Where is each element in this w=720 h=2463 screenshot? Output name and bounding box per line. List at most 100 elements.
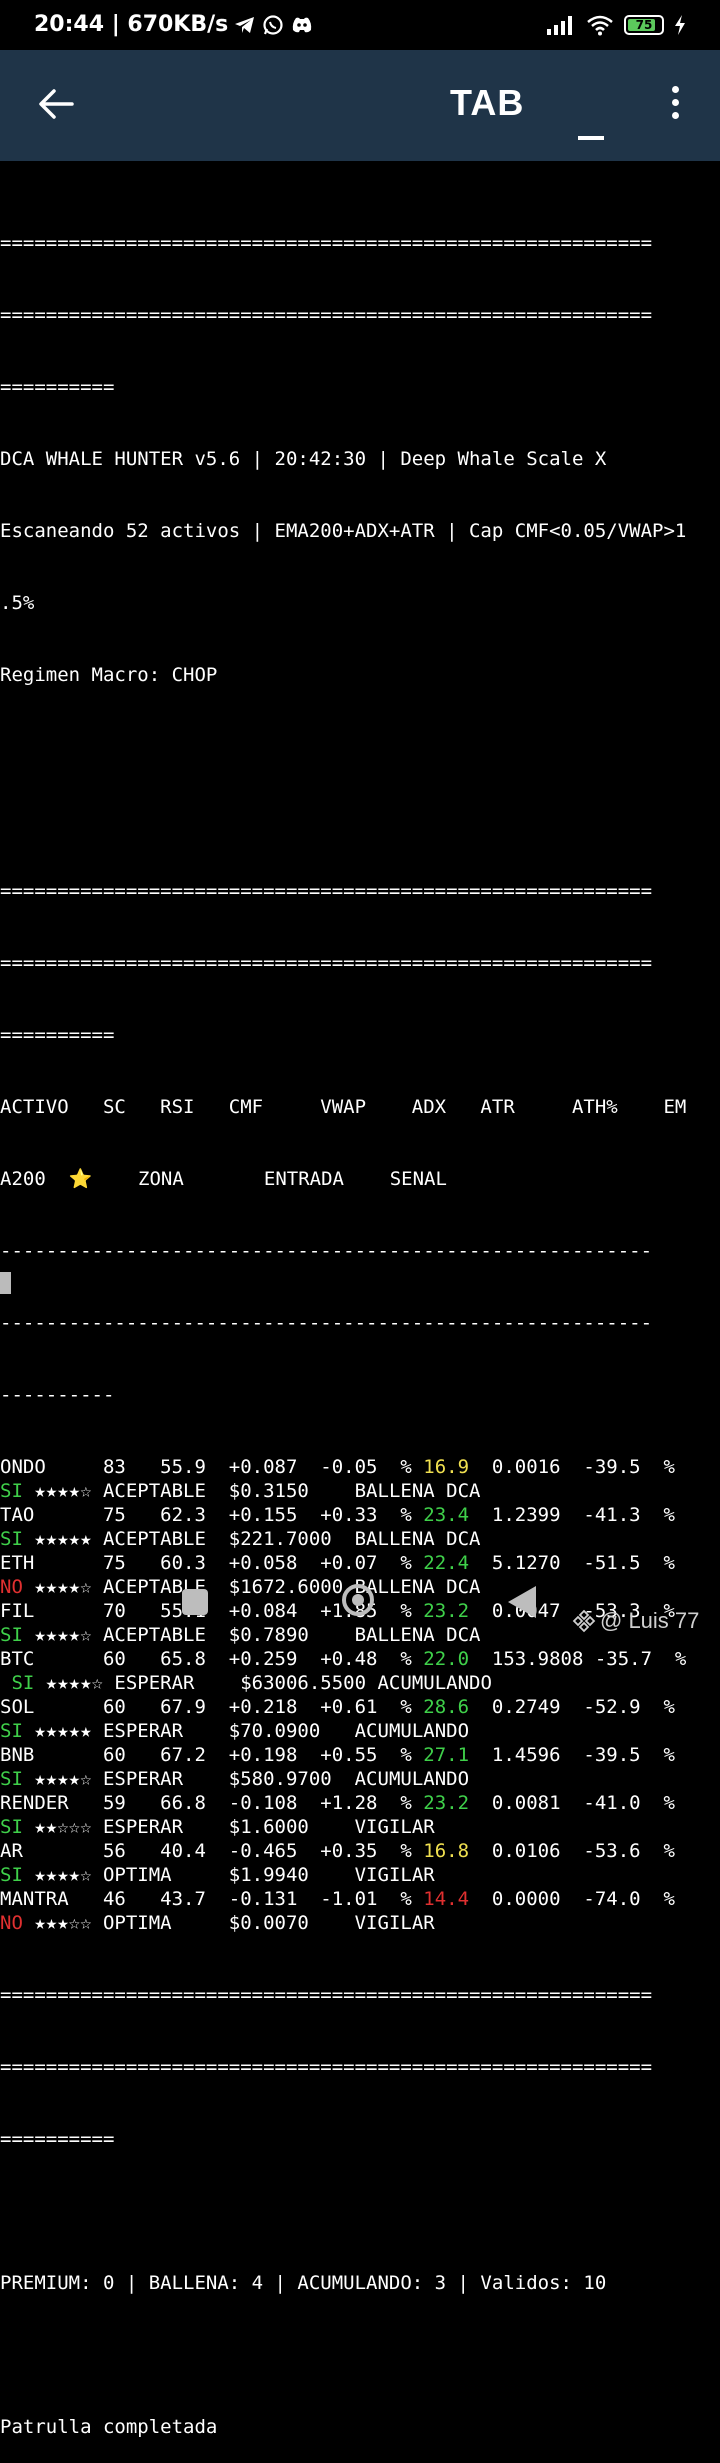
recents-square-icon[interactable]: [182, 1589, 208, 1615]
separator-line: ==========: [0, 1024, 115, 1046]
status-bar: 20:44 | 670KB/s 75: [0, 0, 720, 50]
asset-row-values: MANTRA 46 43.7 -0.131 -1.01 %: [0, 1888, 424, 1910]
asset-row-zone: ★★☆☆☆ ESPERAR $1.6000 VIGILAR: [22, 1816, 435, 1838]
back-triangle-icon[interactable]: [508, 1586, 536, 1618]
watermark-text: @ Luis 77: [600, 1608, 700, 1633]
signal-flag: NO: [0, 1912, 23, 1934]
adx-value: 23.4: [423, 1504, 470, 1526]
signal-flag: SI: [0, 1864, 23, 1886]
separator-line: ========================================…: [0, 880, 653, 902]
asset-row-values-tail: 0.0106 -53.6 %: [469, 1840, 675, 1862]
signal-flag: SI: [0, 1720, 23, 1742]
adx-value: 16.9: [423, 1456, 470, 1478]
asset-row-wrap: SI ★★★★★ ESPERAR $70.0900 ACUMULANDO: [0, 1719, 720, 1743]
asset-row-values: AR 56 40.4 -0.465 +0.35 %: [0, 1840, 424, 1862]
asset-row-zone: ★★★★★ ESPERAR $70.0900 ACUMULANDO: [22, 1720, 470, 1742]
header-scan-wrap: .5%: [0, 592, 35, 614]
asset-row-values-tail: 0.0081 -41.0 %: [469, 1792, 675, 1814]
signal-flag: SI: [0, 1480, 23, 1502]
status-right: 75: [546, 14, 686, 36]
dash-separator: ----------: [0, 1384, 115, 1406]
asset-row-values: BTC 60 65.8 +0.259 +0.48 %: [0, 1648, 424, 1670]
asset-row: ONDO 83 55.9 +0.087 -0.05 % 16.9 0.0016 …: [0, 1455, 720, 1479]
more-vert-icon: [671, 86, 679, 93]
separator-line: ========================================…: [0, 1984, 653, 2006]
asset-row: RENDER 59 66.8 -0.108 +1.28 % 23.2 0.008…: [0, 1791, 720, 1815]
asset-row-values: TAO 75 62.3 +0.155 +0.33 %: [0, 1504, 424, 1526]
asset-row-values-tail: 1.2399 -41.3 %: [469, 1504, 675, 1526]
separator-line: ==========: [0, 2128, 115, 2150]
app-bar: TAB: [0, 50, 720, 161]
minimize-button[interactable]: [578, 116, 604, 140]
asset-row-zone: ★★★★☆ OPTIMA $1.9940 VIGILAR: [22, 1864, 435, 1886]
header-scan: Escaneando 52 activos | EMA200+ADX+ATR |…: [0, 520, 687, 542]
asset-row-values: RENDER 59 66.8 -0.108 +1.28 %: [0, 1792, 424, 1814]
asset-row-zone: ★★★★☆ ACEPTABLE $0.3150 BALLENA DCA: [22, 1480, 481, 1502]
telegram-icon: [235, 16, 255, 33]
adx-value: 22.0: [423, 1648, 470, 1670]
asset-row-values: ONDO 83 55.9 +0.087 -0.05 %: [0, 1456, 424, 1478]
status-left: 20:44 | 670KB/s: [34, 12, 314, 37]
status-time: 20:44 | 670KB/s: [34, 12, 229, 37]
asset-row-values-tail: 0.0000 -74.0 %: [469, 1888, 675, 1910]
dash-separator: ----------------------------------------…: [0, 1312, 653, 1334]
adx-value: 23.2: [423, 1792, 470, 1814]
nav-bar: [0, 1560, 720, 1650]
minimize-icon: [578, 136, 604, 140]
separator-line: ==========: [0, 376, 115, 398]
battery-level: 75: [635, 18, 653, 32]
done-line: Patrulla completada: [0, 2416, 218, 2438]
asset-row-wrap: SI ★★★★★ ACEPTABLE $221.7000 BALLENA DCA: [0, 1527, 720, 1551]
asset-row: TAO 75 62.3 +0.155 +0.33 % 23.4 1.2399 -…: [0, 1503, 720, 1527]
battery-icon: 75: [624, 15, 664, 35]
asset-row-wrap: NO ★★★☆☆ OPTIMA $0.0070 VIGILAR: [0, 1911, 720, 1935]
asset-row: AR 56 40.4 -0.465 +0.35 % 16.8 0.0106 -5…: [0, 1839, 720, 1863]
asset-row-wrap: SI ★★☆☆☆ ESPERAR $1.6000 VIGILAR: [0, 1815, 720, 1839]
asset-row-wrap: SI ★★★★☆ ESPERAR $580.9700 ACUMULANDO: [0, 1767, 720, 1791]
more-vert-dot: [671, 112, 679, 119]
asset-row-wrap: SI ★★★★☆ ESPERAR $63006.5500 ACUMULANDO: [0, 1671, 720, 1695]
signal-flag: SI: [0, 1528, 23, 1550]
asset-row-values: BNB 60 67.2 +0.198 +0.55 %: [0, 1744, 424, 1766]
charging-icon: [675, 15, 685, 35]
separator-line: ========================================…: [0, 2056, 653, 2078]
signal-flag: SI: [0, 1816, 23, 1838]
asset-row-zone: ★★★☆☆ OPTIMA $0.0070 VIGILAR: [22, 1912, 435, 1934]
column-header: ACTIVO SC RSI CMF VWAP ADX ATR ATH% EM: [0, 1096, 687, 1118]
binance-icon: [572, 1609, 596, 1633]
back-button[interactable]: [32, 80, 80, 128]
asset-row-values-tail: 0.0016 -39.5 %: [469, 1456, 675, 1478]
summary-line: PREMIUM: 0 | BALLENA: 4 | ACUMULANDO: 3 …: [0, 2272, 607, 2294]
more-options-button[interactable]: [660, 86, 690, 134]
app-title: TAB: [450, 82, 525, 123]
asset-row-wrap: SI ★★★★☆ OPTIMA $1.9940 VIGILAR: [0, 1863, 720, 1887]
signal-flag: SI: [0, 1672, 35, 1694]
discord-icon: [293, 17, 312, 32]
home-circle-icon[interactable]: [342, 1584, 374, 1616]
separator-line: ========================================…: [0, 952, 653, 974]
asset-row-zone: ★★★★★ ACEPTABLE $221.7000 BALLENA DCA: [22, 1528, 481, 1550]
asset-row-values: SOL 60 67.9 +0.218 +0.61 %: [0, 1696, 424, 1718]
more-vert-dot: [671, 99, 679, 106]
asset-row-values-tail: 1.4596 -39.5 %: [469, 1744, 675, 1766]
asset-row: BNB 60 67.2 +0.198 +0.55 % 27.1 1.4596 -…: [0, 1743, 720, 1767]
adx-value: 14.4: [423, 1888, 470, 1910]
asset-row-values-tail: 0.2749 -52.9 %: [469, 1696, 675, 1718]
asset-row: SOL 60 67.9 +0.218 +0.61 % 28.6 0.2749 -…: [0, 1695, 720, 1719]
arrow-left-icon: [39, 89, 74, 119]
asset-row-values-tail: 153.9808 -35.7 %: [469, 1648, 687, 1670]
terminal-output[interactable]: ========================================…: [0, 183, 720, 2463]
asset-row-zone: ★★★★☆ ESPERAR $580.9700 ACUMULANDO: [22, 1768, 470, 1790]
terminal-cursor: [0, 1272, 11, 1294]
dash-separator: ----------------------------------------…: [0, 1240, 653, 1262]
whatsapp-icon: [263, 14, 283, 35]
home-circle-inner: [352, 1594, 364, 1606]
header-regime: Regimen Macro: CHOP: [0, 664, 218, 686]
separator-line: ========================================…: [0, 232, 653, 254]
adx-value: 27.1: [423, 1744, 470, 1766]
watermark: @ Luis 77: [572, 1608, 699, 1634]
